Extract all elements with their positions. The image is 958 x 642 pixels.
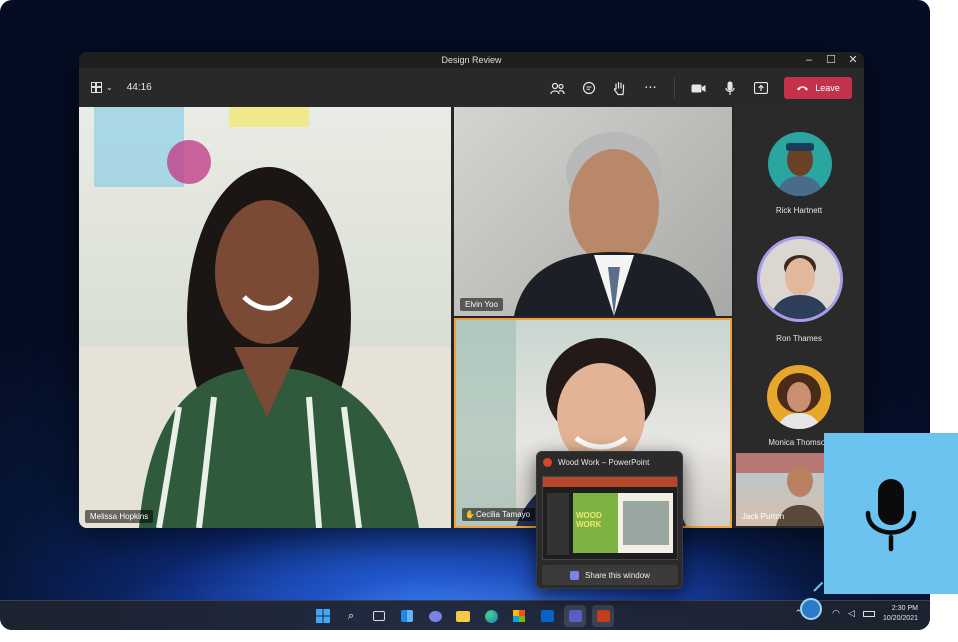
camera-icon: [691, 84, 706, 92]
battery-icon[interactable]: [862, 611, 875, 617]
store-button[interactable]: [508, 605, 530, 627]
volume-icon[interactable]: ◁: [848, 609, 855, 619]
raise-hand-button[interactable]: [604, 75, 635, 101]
taskbar: ⌕ ⌃ ◠ ◁ 2:30 PM 10/20/2021: [0, 600, 930, 630]
participant-name: Rick Hartnett: [775, 206, 823, 215]
window-controls: – ☐ ✕: [804, 52, 858, 68]
microphone-callout: [824, 433, 958, 594]
powerpoint-icon: [596, 610, 610, 622]
popup-title: Wood Work – PowerPoint: [537, 452, 682, 472]
chat-app-icon: [428, 610, 442, 622]
wifi-icon[interactable]: ◠: [832, 609, 840, 619]
maximize-icon[interactable]: ☐: [826, 52, 836, 68]
participant-name: Elvin Yoo: [460, 298, 503, 311]
leave-label: Leave: [815, 83, 840, 93]
raise-hand-icon: [613, 81, 625, 95]
elvin-video-feed: [514, 132, 716, 316]
windows-logo-icon: [316, 609, 330, 623]
more-options-button[interactable]: ···: [635, 75, 666, 101]
search-icon: ⌕: [347, 609, 355, 622]
chevron-down-icon: ⌄: [106, 83, 113, 92]
clock[interactable]: 2:30 PM 10/20/2021: [883, 604, 918, 624]
large-microphone-icon: [865, 479, 917, 552]
search-button[interactable]: ⌕: [340, 605, 362, 627]
share-button-label: Share this window: [585, 570, 650, 580]
popup-title-label: Wood Work – PowerPoint: [558, 457, 650, 467]
file-explorer-button[interactable]: [452, 605, 474, 627]
grid-layout-icon: [91, 82, 102, 93]
hang-up-icon: [797, 86, 809, 91]
avatar-monica[interactable]: [767, 365, 831, 429]
leave-button[interactable]: Leave: [784, 77, 852, 99]
powerpoint-button[interactable]: [592, 605, 614, 627]
teams-share-icon: [570, 570, 580, 580]
teams-icon: [568, 610, 582, 622]
teams-mic-tray-indicator[interactable]: [800, 598, 822, 620]
teams-button[interactable]: [564, 605, 586, 627]
people-icon: [550, 82, 565, 94]
participant-name-label: Cecilia Tamayo: [476, 510, 531, 519]
meeting-toolbar: ⌄ 44:16 ··· Leave: [79, 68, 864, 107]
folder-icon: [456, 610, 470, 622]
microphone-button[interactable]: [714, 75, 745, 101]
participant-name: Ron Thames: [776, 334, 822, 343]
task-view-icon: [373, 611, 385, 621]
share-window-popup: Wood Work – PowerPoint WOOD WORK Share t…: [536, 451, 683, 589]
teams-meeting-window: Design Review – ☐ ✕ ⌄ 44:16 ··· Leave Me…: [79, 52, 864, 528]
toolbar-separator: [674, 78, 675, 98]
camera-button[interactable]: [683, 75, 714, 101]
teams-chat-button[interactable]: [424, 605, 446, 627]
share-screen-icon: [753, 82, 768, 94]
store-icon: [513, 610, 525, 622]
title-bar: Design Review – ☐ ✕: [79, 52, 864, 68]
chat-icon: [582, 81, 595, 95]
outlook-icon: [540, 610, 554, 622]
clock-date: 10/20/2021: [882, 615, 918, 622]
window-title: Design Review: [441, 55, 502, 65]
edge-icon: [484, 609, 498, 623]
video-tile-melissa[interactable]: Melissa Hopkins: [79, 107, 451, 528]
melissa-video-feed: [79, 107, 451, 528]
more-icon: ···: [644, 80, 657, 96]
minimize-icon[interactable]: –: [804, 52, 814, 68]
slide-title: WOOD WORK: [576, 511, 602, 529]
clock-time: 2:30 PM: [891, 605, 918, 612]
close-icon[interactable]: ✕: [848, 52, 858, 68]
share-screen-button[interactable]: [745, 75, 776, 101]
window-thumbnail[interactable]: WOOD WORK: [542, 476, 678, 560]
share-this-window-button[interactable]: Share this window: [542, 565, 678, 585]
participant-name: Melissa Hopkins: [85, 510, 154, 523]
widgets-icon: [401, 610, 413, 622]
taskbar-apps: ⌕: [312, 605, 614, 627]
layout-button[interactable]: ⌄: [91, 82, 113, 93]
video-tile-jack[interactable]: Jack Purton: [736, 453, 826, 526]
microphone-icon: [724, 81, 735, 95]
desktop: Design Review – ☐ ✕ ⌄ 44:16 ··· Leave Me…: [0, 0, 930, 630]
meeting-timer: 44:16: [126, 82, 152, 93]
outlook-button[interactable]: [536, 605, 558, 627]
avatar-ron[interactable]: [757, 236, 843, 322]
avatar-rick[interactable]: [768, 132, 832, 196]
chat-button[interactable]: [573, 75, 604, 101]
video-tile-elvin[interactable]: Elvin Yoo: [454, 107, 732, 316]
edge-button[interactable]: [480, 605, 502, 627]
people-button[interactable]: [542, 75, 573, 101]
powerpoint-icon: [543, 457, 552, 467]
start-button[interactable]: [312, 605, 334, 627]
widgets-button[interactable]: [396, 605, 418, 627]
video-stage: Melissa Hopkins Elvin Yoo ✋ Cecilia Tama…: [79, 107, 864, 528]
participant-name: Jack Purton: [742, 512, 785, 521]
participant-name: ✋ Cecilia Tamayo: [462, 508, 536, 521]
raised-hand-icon: ✋: [465, 510, 475, 519]
task-view-button[interactable]: [368, 605, 390, 627]
